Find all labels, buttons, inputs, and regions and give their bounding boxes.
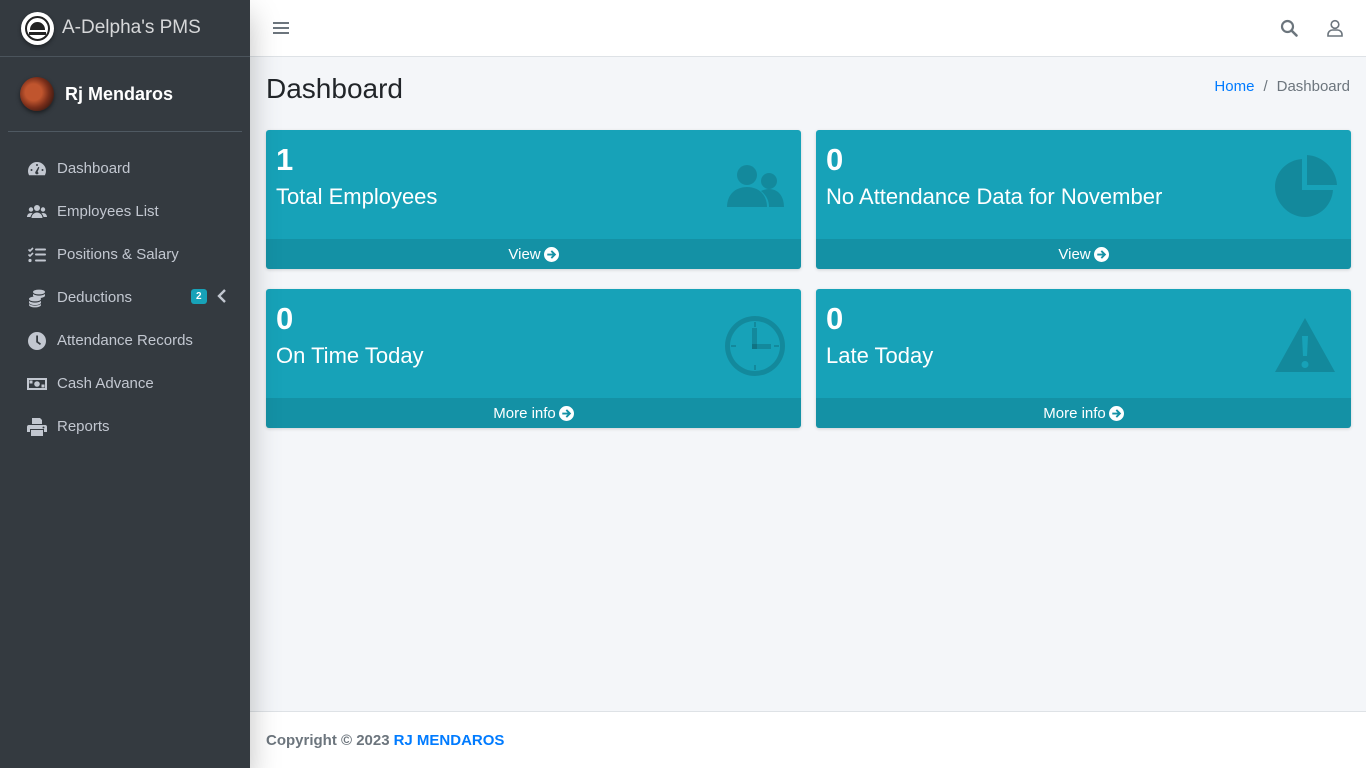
attendance-data-card: 0 No Attendance Data for November View — [816, 130, 1351, 269]
brand-logo — [21, 11, 54, 45]
view-employees-link[interactable]: View — [266, 239, 801, 269]
tachometer-icon — [27, 159, 47, 179]
brand-link[interactable]: A-Delpha's PMS — [0, 0, 250, 57]
search-icon[interactable] — [1279, 18, 1299, 38]
page-footer: Copyright © 2023 RJ MENDAROS — [250, 711, 1366, 768]
owner-link[interactable]: RJ MENDAROS — [394, 732, 505, 749]
copyright-text: Copyright © 2023 — [266, 731, 390, 749]
avatar — [20, 77, 54, 111]
sidebar-item-dashboard[interactable]: Dashboard — [0, 147, 250, 190]
card-number: 0 — [276, 301, 294, 336]
card-label: On Time Today — [276, 343, 424, 368]
sidebar-item-cash-advance[interactable]: Cash Advance — [0, 362, 250, 405]
clock-icon — [723, 314, 787, 378]
card-footer-label: More info — [493, 404, 556, 422]
list-check-icon — [27, 245, 47, 265]
sidebar-item-attendance-records[interactable]: Attendance Records — [0, 319, 250, 362]
breadcrumb: Home / Dashboard — [1214, 78, 1350, 95]
sidebar-item-label: Cash Advance — [57, 375, 154, 392]
late-today-card: 0 Late Today More info — [816, 289, 1351, 428]
late-more-info-link[interactable]: More info — [816, 398, 1351, 428]
sidebar-item-employees-list[interactable]: Employees List — [0, 190, 250, 233]
arrow-circle-right-icon — [543, 246, 559, 262]
card-label: Total Employees — [276, 184, 438, 209]
card-number: 0 — [826, 301, 844, 336]
print-icon — [27, 417, 47, 437]
breadcrumb-separator: / — [1263, 78, 1268, 95]
top-navbar — [250, 0, 1366, 57]
breadcrumb-home-link[interactable]: Home — [1214, 78, 1254, 95]
coins-icon — [27, 288, 47, 308]
card-label: No Attendance Data for November — [826, 184, 1163, 209]
card-number: 1 — [276, 142, 294, 177]
card-footer-label: More info — [1043, 404, 1106, 422]
clock-icon — [27, 331, 47, 351]
card-footer-label: View — [508, 245, 541, 263]
sidebar-item-deductions[interactable]: Deductions 2 — [0, 276, 250, 319]
arrow-circle-right-icon — [558, 405, 574, 421]
users-icon — [723, 155, 787, 219]
sidebar: A-Delpha's PMS Rj Mendaros Dashboard Emp… — [0, 0, 250, 768]
sidebar-item-positions-salary[interactable]: Positions & Salary — [0, 233, 250, 276]
arrow-circle-right-icon — [1108, 405, 1124, 421]
sidebar-item-label: Attendance Records — [57, 332, 193, 349]
users-icon — [27, 202, 47, 222]
sidebar-item-label: Dashboard — [57, 160, 131, 177]
deductions-count-badge: 2 — [191, 289, 207, 304]
brand-title: A-Delpha's PMS — [62, 17, 201, 38]
main-content: Dashboard Home / Dashboard 1 Total Emplo… — [250, 57, 1366, 711]
user-icon[interactable] — [1325, 18, 1345, 38]
breadcrumb-current: Dashboard — [1276, 78, 1350, 95]
card-label: Late Today — [826, 343, 934, 368]
view-attendance-link[interactable]: View — [816, 239, 1351, 269]
on-time-today-card: 0 On Time Today More info — [266, 289, 801, 428]
sidebar-item-label: Reports — [57, 418, 110, 435]
card-footer-label: View — [1058, 245, 1091, 263]
arrow-circle-right-icon — [1093, 246, 1109, 262]
warning-icon — [1273, 314, 1337, 378]
on-time-more-info-link[interactable]: More info — [266, 398, 801, 428]
page-title: Dashboard — [266, 73, 403, 104]
total-employees-card: 1 Total Employees View — [266, 130, 801, 269]
sidebar-item-label: Employees List — [57, 203, 159, 220]
bars-icon[interactable] — [272, 19, 290, 37]
chevron-left-icon[interactable] — [216, 288, 228, 308]
sidebar-nav: Dashboard Employees List Positions & Sal… — [0, 147, 250, 448]
money-bill-icon — [27, 374, 47, 394]
pie-chart-icon — [1273, 155, 1337, 219]
user-panel[interactable]: Rj Mendaros — [8, 57, 242, 132]
user-name: Rj Mendaros — [65, 83, 174, 104]
sidebar-item-reports[interactable]: Reports — [0, 405, 250, 448]
sidebar-item-label: Deductions — [57, 289, 133, 306]
card-number: 0 — [826, 142, 844, 177]
sidebar-item-label: Positions & Salary — [57, 246, 179, 263]
